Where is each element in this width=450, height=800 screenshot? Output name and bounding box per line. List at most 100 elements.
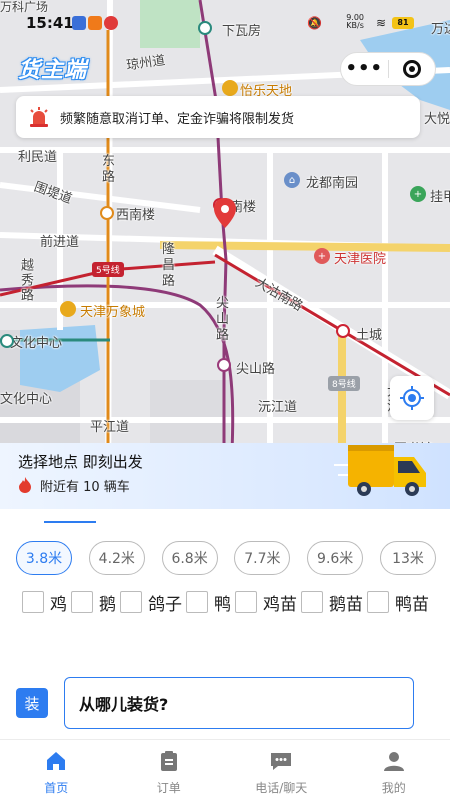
- vehicle-size-selector: 3.8米 4.2米 6.8米 7.7米 9.6米 13米: [16, 541, 436, 575]
- residence-icon: ⌂: [284, 172, 300, 188]
- metro-line-badge: 8号线: [328, 376, 360, 391]
- cargo-type-list: 鸡 鹅 鸽子 鸭 鸡苗 鹅苗 鸭苗: [22, 591, 442, 615]
- map-label: 平江道: [90, 420, 130, 435]
- map-label: 路: [216, 328, 230, 343]
- wifi-icon: ≋: [375, 16, 386, 30]
- shopping-icon: [60, 301, 76, 317]
- map-label: 大悦: [424, 112, 450, 127]
- cargo-option[interactable]: 鸭苗: [367, 591, 429, 615]
- fire-icon: [19, 477, 31, 493]
- chat-bubble-icon: [269, 749, 293, 773]
- location-pin-icon: [214, 198, 236, 228]
- vehicle-size-chip[interactable]: 4.2米: [88, 541, 145, 575]
- battery-icon: 81: [392, 17, 414, 29]
- notice-text: 频繁随意取消订单、定金诈骗将限制发货: [60, 111, 295, 127]
- app-notification-icon: [72, 16, 86, 30]
- shopping-icon: [222, 80, 238, 96]
- tab-clipboard[interactable]: 订单: [113, 740, 226, 800]
- promo-banner[interactable]: 选择地点 即刻出发 附近有 10 辆车: [0, 443, 450, 509]
- app-logo: 货主端: [18, 58, 88, 83]
- metro-station-icon: [336, 324, 350, 338]
- mute-icon: 🔕: [307, 16, 322, 30]
- cargo-checkbox[interactable]: [186, 591, 208, 613]
- more-menu-button[interactable]: •••: [341, 54, 388, 84]
- home-icon: [44, 749, 68, 773]
- cargo-option[interactable]: 鸡: [22, 591, 67, 615]
- network-speed-unit: KB/s: [346, 21, 364, 30]
- vehicle-size-chip[interactable]: 3.8米: [16, 541, 72, 575]
- status-time: 15:41: [26, 14, 74, 32]
- metro-line-badge: 5号线: [92, 262, 124, 277]
- order-panel: 3.8米 4.2米 6.8米 7.7米 9.6米 13米 鸡 鹅 鸽子 鸭 鸡苗 鹅苗 鸭苗 装 从哪…: [0, 509, 450, 739]
- locate-me-button[interactable]: [390, 376, 434, 420]
- app-screen: 万科广场 下瓦房 琼州道 怡乐天地 万达 大悦 利民道 东 路 龙都南园 围堤道…: [0, 0, 450, 800]
- loading-address-row: 装 从哪儿装货?: [16, 677, 436, 729]
- map-label: 尖山路: [236, 362, 276, 377]
- map-label: 天津医院: [334, 252, 387, 267]
- tab-person[interactable]: 我的: [338, 740, 450, 800]
- tab-home[interactable]: 首页: [0, 740, 113, 800]
- loading-address-input[interactable]: 从哪儿装货?: [64, 677, 414, 729]
- tab-label: 首页: [44, 781, 69, 795]
- cargo-label: 鸽子: [148, 594, 182, 615]
- hospital-icon: +: [314, 248, 330, 264]
- tab-label: 订单: [156, 781, 181, 795]
- cargo-checkbox[interactable]: [235, 591, 257, 613]
- nearby-vehicles-count: 附近有 10 辆车: [40, 480, 130, 495]
- map-label: 路: [102, 170, 116, 185]
- close-miniprogram-button[interactable]: [389, 60, 436, 78]
- poi-icon: +: [410, 186, 426, 202]
- metro-station-icon: [100, 206, 114, 220]
- bottom-tab-bar: 首页 订单 电话/聊天 我的: [0, 739, 450, 800]
- app-notification-icon: [104, 16, 118, 30]
- vehicle-size-chip[interactable]: 13米: [379, 541, 436, 575]
- map-label: 路: [162, 274, 176, 289]
- status-bar: 15:41 🔕 9.00 KB/s ≋ 81: [0, 0, 450, 44]
- map-label: 越秀路: [18, 258, 33, 303]
- metro-station-icon: [0, 334, 14, 348]
- map-label: 挂甲: [430, 190, 450, 205]
- load-badge: 装: [16, 688, 48, 718]
- tab-label: 电话/聊天: [255, 781, 308, 795]
- cargo-checkbox[interactable]: [367, 591, 389, 613]
- cargo-label: 鹅苗: [329, 594, 363, 615]
- banner-title: 选择地点 即刻出发: [18, 453, 143, 471]
- cargo-label: 鸭: [214, 594, 231, 615]
- cargo-checkbox[interactable]: [301, 591, 323, 613]
- network-speed: 9.00 KB/s: [346, 14, 364, 30]
- map-label: 龙都南园: [306, 176, 359, 191]
- vehicle-size-chip[interactable]: 6.8米: [161, 541, 218, 575]
- miniprogram-capsule: •••: [340, 52, 436, 86]
- app-notification-icon: [88, 16, 102, 30]
- vehicle-size-chip[interactable]: 7.7米: [234, 541, 291, 575]
- map-label: 文化中心: [0, 392, 53, 407]
- cargo-option[interactable]: 鸽子: [120, 591, 182, 615]
- alarm-siren-icon: [30, 107, 48, 127]
- truck-icon: [334, 445, 426, 496]
- cargo-option[interactable]: 鹅苗: [301, 591, 363, 615]
- cargo-label: 鸡: [50, 594, 67, 615]
- tab-indicator: [44, 521, 96, 523]
- cargo-label: 鹅: [99, 594, 116, 615]
- map-label: 西南楼: [116, 208, 156, 223]
- cargo-checkbox[interactable]: [71, 591, 93, 613]
- vehicle-size-chip[interactable]: 9.6米: [307, 541, 364, 575]
- crosshair-icon: [400, 386, 424, 410]
- map-label: 前进道: [40, 235, 80, 250]
- map-label: 利民道: [18, 150, 58, 165]
- cargo-checkbox[interactable]: [120, 591, 142, 613]
- cargo-option[interactable]: 鸡苗: [235, 591, 297, 615]
- cargo-label: 鸡苗: [263, 594, 297, 615]
- cargo-label: 鸭苗: [395, 594, 429, 615]
- cargo-option[interactable]: 鹅: [71, 591, 116, 615]
- map-label: 沅江道: [258, 400, 298, 415]
- tab-label: 我的: [381, 781, 406, 795]
- cargo-checkbox[interactable]: [22, 591, 44, 613]
- map-label: 文化中心: [10, 336, 63, 351]
- metro-station-icon: [217, 358, 231, 372]
- map-label: 土城: [356, 328, 383, 343]
- tab-chat-bubble[interactable]: 电话/聊天: [225, 740, 338, 800]
- person-icon: [382, 749, 406, 773]
- cargo-option[interactable]: 鸭: [186, 591, 231, 615]
- map-label: 天津万象城: [80, 305, 146, 320]
